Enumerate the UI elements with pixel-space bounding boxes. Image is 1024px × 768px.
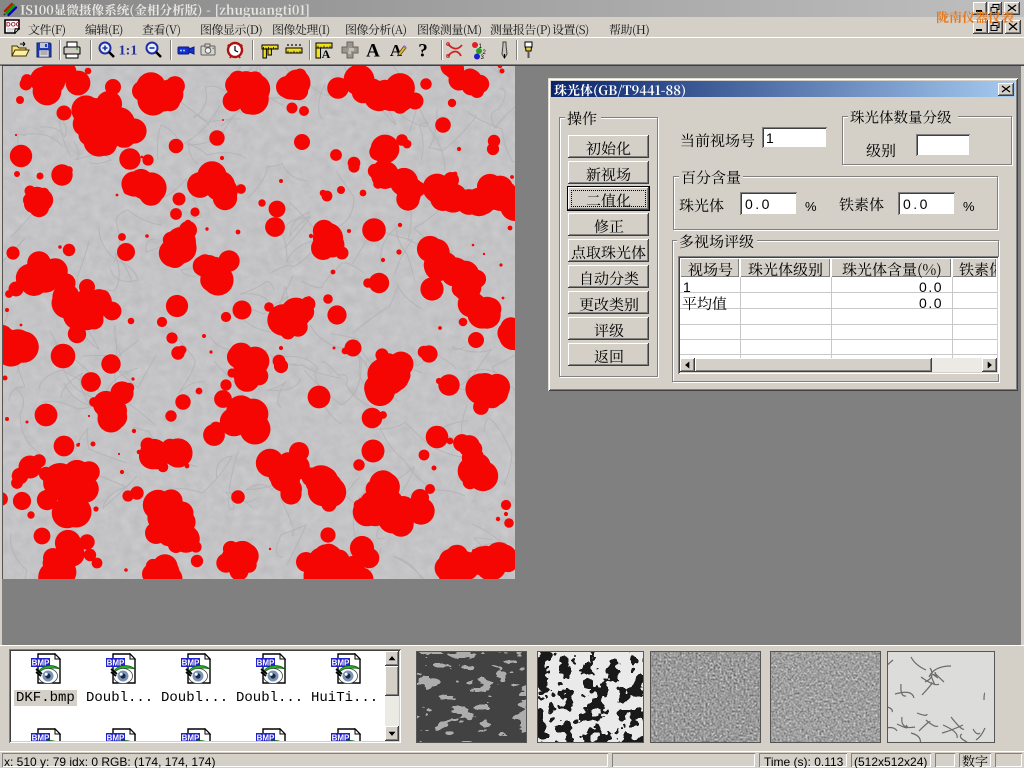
svg-text:1:1: 1:1 [119,44,138,59]
svg-text:BMP: BMP [107,734,125,742]
svg-text:A: A [366,41,380,61]
svg-text:DOC: DOC [6,22,20,29]
svg-text:A: A [322,47,331,60]
svg-text:BMP: BMP [332,734,350,742]
svg-text:BMP: BMP [257,734,275,742]
svg-text:BMP: BMP [182,734,200,742]
svg-text:?: ? [418,41,428,61]
svg-text:BMP: BMP [32,734,50,742]
